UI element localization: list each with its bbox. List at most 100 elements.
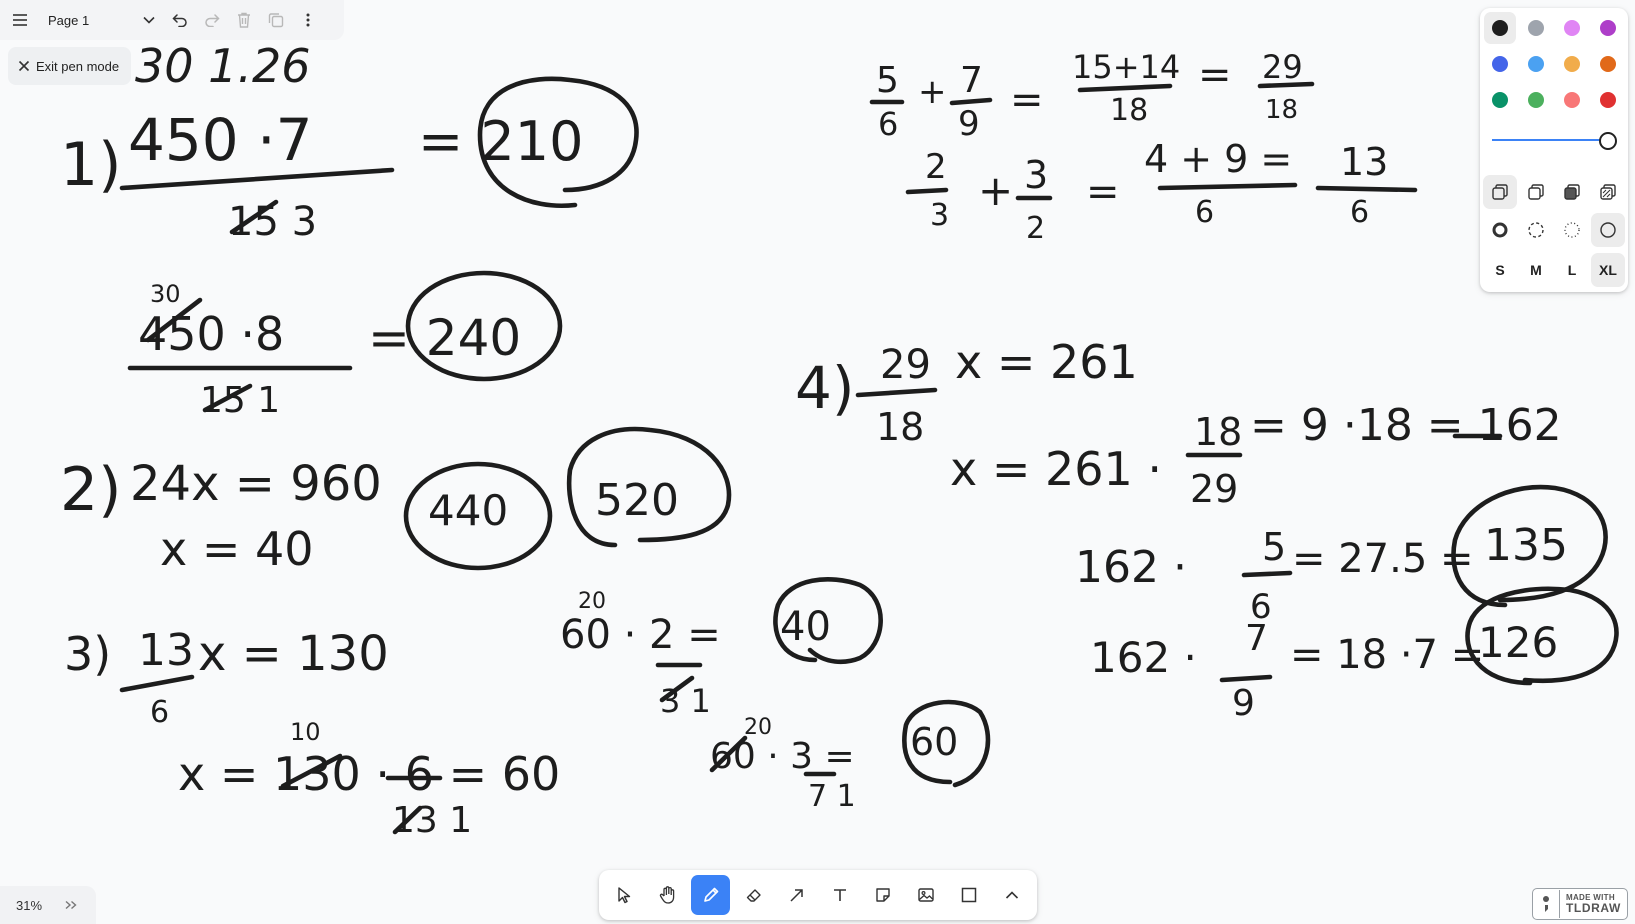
page-dropdown-button[interactable]	[134, 0, 164, 40]
sticky-note-icon	[875, 888, 890, 902]
dash-draw-button[interactable]	[1483, 213, 1517, 247]
dash-draw-icon	[1492, 222, 1508, 238]
asset-tool-button[interactable]	[906, 875, 945, 915]
note-g4: 3	[1024, 153, 1048, 197]
made-with-tldraw-badge[interactable]: MADE WITH TLDRAW	[1532, 888, 1628, 920]
arrow-icon	[789, 889, 803, 902]
color-swatch-blue[interactable]	[1492, 56, 1508, 72]
dash-dashed-button[interactable]	[1519, 213, 1553, 247]
opacity-slider-thumb[interactable]	[1599, 132, 1617, 150]
note-j1: 162 ·	[1090, 633, 1197, 682]
text-tool-button[interactable]	[820, 875, 859, 915]
pointer-icon	[617, 887, 630, 904]
hand-icon	[659, 886, 674, 904]
note-f8: 18	[1110, 93, 1148, 128]
dash-solid-icon	[1600, 222, 1616, 238]
fill-solid-button[interactable]	[1555, 175, 1589, 209]
note-g5: 2	[1026, 211, 1045, 246]
color-swatch-light-blue[interactable]	[1528, 56, 1544, 72]
note-g2: 3	[930, 198, 949, 233]
zoom-menu: 31%	[0, 886, 96, 924]
fraction-line-f4	[1257, 81, 1315, 89]
redo-button[interactable]	[196, 0, 228, 40]
fill-semi-button[interactable]	[1519, 175, 1553, 209]
size-l-label: L	[1567, 262, 1577, 278]
dash-dashed-icon	[1528, 222, 1544, 238]
fill-pattern-button[interactable]	[1591, 175, 1625, 209]
undo-button[interactable]	[164, 0, 196, 40]
color-swatch-yellow[interactable]	[1564, 56, 1580, 72]
size-xl-button[interactable]: XL	[1591, 253, 1625, 287]
note-e2: 60 · 2 =	[560, 612, 721, 658]
note-f2: 6	[878, 105, 898, 143]
color-swatch-light-red[interactable]	[1564, 92, 1580, 108]
color-swatch-green[interactable]	[1492, 92, 1508, 108]
note-tool-button[interactable]	[863, 875, 902, 915]
dash-solid-button[interactable]	[1591, 213, 1625, 247]
delete-button[interactable]	[228, 0, 260, 40]
exit-pen-mode-button[interactable]: Exit pen mode	[8, 47, 132, 85]
note-j2: 7	[1245, 618, 1268, 659]
drawing-canvas[interactable]: 30 1.26 1) 450 ·7 15 3 = 210 30 450 ·8 1…	[0, 0, 1635, 924]
note-h8: = 9 ·18 = 162	[1250, 400, 1562, 451]
eraser-tool-button[interactable]	[734, 875, 773, 915]
note-e6: 60 · 3 =	[710, 736, 855, 777]
expand-menu-button[interactable]	[64, 898, 78, 913]
note-f1: 5	[876, 60, 899, 101]
note-g7: 4 + 9 =	[1144, 137, 1292, 181]
color-swatch-violet[interactable]	[1600, 20, 1616, 36]
size-l-button[interactable]: L	[1555, 253, 1589, 287]
note-g10: 6	[1350, 195, 1369, 230]
draw-tool-button[interactable]	[691, 875, 730, 915]
color-swatch-light-green[interactable]	[1528, 92, 1544, 108]
note-f7: 15+14	[1072, 48, 1180, 86]
double-chevron-right-icon	[65, 900, 77, 909]
more-options-button[interactable]	[292, 0, 324, 40]
note-d6: x = 130 · 6 = 60	[178, 747, 560, 801]
trash-icon	[238, 12, 250, 28]
color-swatch-grey[interactable]	[1528, 20, 1544, 36]
note-c3: x = 40	[160, 522, 314, 576]
note-h5: x = 261 ·	[950, 442, 1162, 496]
eraser-icon	[746, 889, 761, 902]
note-e3: 3 1	[660, 682, 711, 720]
main-menu-button[interactable]	[0, 0, 40, 40]
fill-semi-icon	[1528, 184, 1544, 200]
duplicate-button[interactable]	[260, 0, 292, 40]
size-s-button[interactable]: S	[1483, 253, 1517, 287]
redo-icon	[205, 14, 220, 27]
note-e1: 20	[578, 589, 606, 614]
note-a5: = 210	[418, 110, 583, 173]
note-a2: 1)	[60, 130, 122, 200]
color-swatch-light-violet[interactable]	[1564, 20, 1580, 36]
zoom-level[interactable]: 31%	[16, 898, 64, 913]
color-swatch-black[interactable]	[1492, 20, 1508, 36]
page-menu: Page 1	[0, 0, 344, 40]
fill-solid-icon	[1564, 184, 1580, 200]
chevron-up-icon	[1005, 891, 1018, 899]
color-swatch-red[interactable]	[1600, 92, 1616, 108]
hamburger-icon	[13, 14, 27, 26]
size-m-button[interactable]: M	[1519, 253, 1553, 287]
more-tools-button[interactable]	[992, 875, 1031, 915]
fill-none-button[interactable]	[1483, 175, 1517, 209]
note-f3: +	[918, 72, 947, 112]
fraction-line-i	[1241, 570, 1293, 578]
note-c5: 520	[595, 475, 679, 526]
fraction-line-g4	[1315, 185, 1418, 193]
note-a1: 30 1.26	[135, 39, 311, 93]
fraction-line-h1	[855, 387, 938, 398]
arrow-tool-button[interactable]	[777, 875, 816, 915]
page-name[interactable]: Page 1	[48, 13, 134, 28]
opacity-slider-track[interactable]	[1492, 139, 1604, 141]
rectangle-icon	[961, 887, 976, 903]
note-g9: 13	[1340, 140, 1388, 184]
dash-dotted-button[interactable]	[1555, 213, 1589, 247]
rectangle-tool-button[interactable]	[949, 875, 988, 915]
note-g8: 6	[1195, 195, 1214, 230]
note-c2: 24x = 960	[130, 456, 382, 512]
hand-tool-button[interactable]	[648, 875, 687, 915]
select-tool-button[interactable]	[605, 875, 644, 915]
color-swatch-orange[interactable]	[1600, 56, 1616, 72]
more-vertical-icon	[306, 13, 310, 27]
